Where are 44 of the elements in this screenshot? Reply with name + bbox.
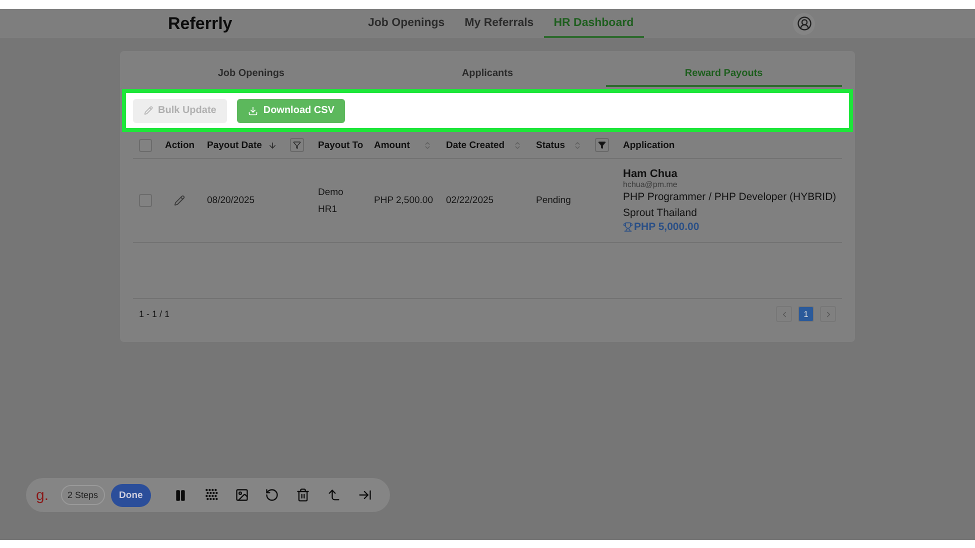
pencil-icon bbox=[144, 106, 153, 115]
column-header[interactable]: Payout To bbox=[318, 140, 374, 150]
reward-amount: PHP 5,000.00 bbox=[623, 221, 842, 233]
user-icon[interactable] bbox=[793, 12, 815, 34]
trash-icon bbox=[296, 488, 310, 502]
page-range: 1 - 1 / 1 bbox=[139, 309, 170, 319]
recorder-logo: g. bbox=[36, 486, 49, 504]
nav-tab[interactable]: Job Openings bbox=[358, 9, 455, 38]
column-header[interactable]: Status bbox=[536, 138, 623, 152]
company-text: Sprout Thailand bbox=[623, 206, 698, 221]
column-header[interactable]: Payout Date bbox=[207, 138, 318, 152]
table-cell-text: PHP 2,500.00 bbox=[374, 194, 434, 208]
trophy-icon bbox=[623, 222, 633, 232]
table-cell-text: 02/22/2025 bbox=[446, 194, 495, 208]
filter-icon[interactable] bbox=[290, 138, 304, 152]
download-icon bbox=[248, 106, 258, 116]
logo: Referrly bbox=[168, 14, 234, 34]
image-icon bbox=[234, 488, 249, 502]
tab[interactable]: Job Openings bbox=[133, 51, 370, 87]
nav-tab[interactable]: My Referrals bbox=[454, 9, 544, 38]
pause-icon bbox=[174, 488, 187, 502]
undo-icon bbox=[265, 488, 280, 502]
filter-icon[interactable] bbox=[595, 138, 609, 152]
table-cell-text: Pending bbox=[536, 194, 572, 208]
table-cell-text: 08/20/2025 bbox=[207, 194, 256, 208]
steps-badge: 2 Steps bbox=[60, 485, 106, 505]
applicant-email: hchua@pm.me bbox=[623, 180, 678, 189]
position-text: PHP Programmer / PHP Developer (HYBRID) bbox=[623, 190, 838, 205]
page-button[interactable]: 1 bbox=[798, 306, 814, 322]
column-header[interactable]: Application bbox=[623, 140, 842, 150]
tab[interactable]: Applicants bbox=[369, 51, 606, 87]
column-header[interactable]: Date Created bbox=[446, 140, 536, 150]
download-button[interactable]: Download CSV bbox=[237, 98, 346, 122]
done-button[interactable]: Done bbox=[111, 484, 151, 506]
column-header[interactable]: Action bbox=[165, 140, 207, 150]
applicant-name: Ham Chua bbox=[623, 168, 678, 180]
arrow-up-icon bbox=[326, 488, 341, 502]
edit-icon[interactable] bbox=[174, 195, 185, 206]
table-cell-text: Demo HR1 bbox=[318, 186, 344, 216]
column-header[interactable]: Amount bbox=[374, 140, 446, 150]
blur-icon bbox=[204, 488, 218, 502]
sort-descending-icon[interactable] bbox=[268, 140, 277, 150]
arrow-to-line-icon bbox=[358, 488, 372, 502]
user-circle-icon bbox=[796, 16, 812, 31]
